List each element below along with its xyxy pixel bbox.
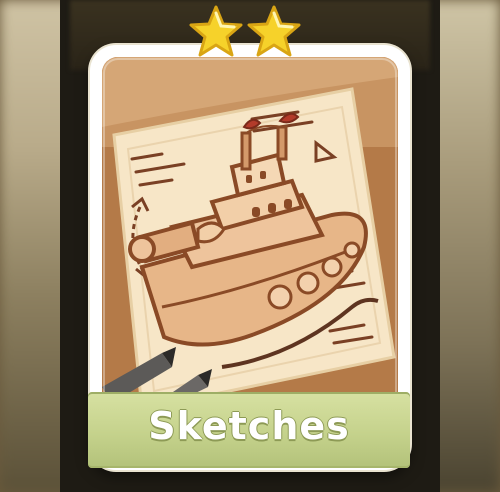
star-rating: [188, 4, 308, 64]
card-title: Sketches: [148, 404, 350, 448]
ship-sketch-illustration: [102, 57, 398, 413]
star-icon: [247, 5, 301, 57]
star-icon: [189, 5, 243, 57]
title-banner: Sketches: [88, 392, 410, 468]
card-artwork: [102, 57, 398, 413]
